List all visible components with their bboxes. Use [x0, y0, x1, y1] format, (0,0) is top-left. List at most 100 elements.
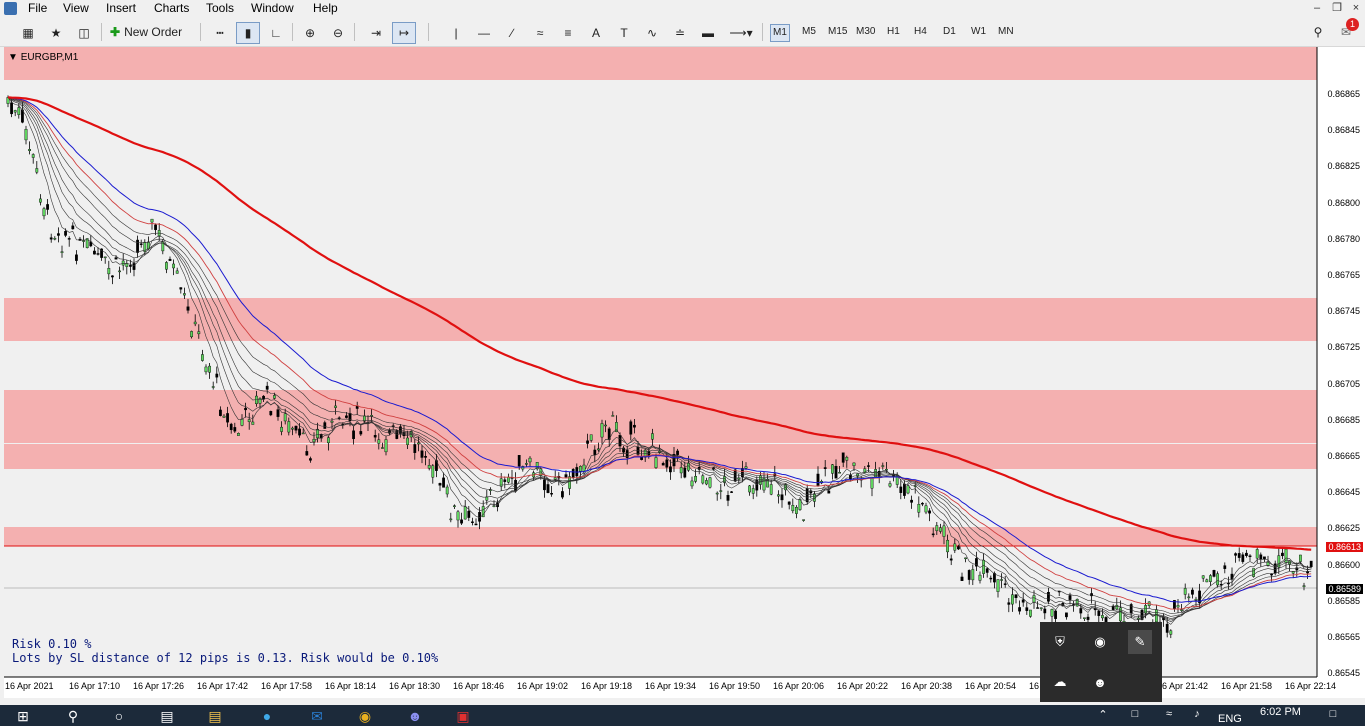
wifi-icon[interactable]: ≈	[1158, 708, 1180, 726]
search-icon[interactable]: ⚲	[1308, 22, 1328, 42]
candle-body	[467, 510, 471, 518]
clock[interactable]: 6:02 PM	[1260, 706, 1301, 718]
language-indicator[interactable]: ENG	[1218, 713, 1242, 725]
time-tick-label: 16 Apr 20:22	[837, 681, 889, 691]
candle-body	[679, 467, 683, 474]
arrows-icon[interactable]: ⟶▾	[726, 22, 756, 44]
equidistant-channel-icon[interactable]: ≈	[528, 22, 552, 44]
line-chart-icon[interactable]: ∟	[264, 22, 288, 44]
risk-line: Risk 0.10 %	[12, 637, 92, 651]
candle-body	[179, 287, 183, 290]
menu-help[interactable]: Help	[313, 1, 338, 15]
edge-icon[interactable]: ●	[256, 708, 278, 726]
timeframe-m15[interactable]: M15	[826, 24, 849, 40]
timeframe-m1[interactable]: M1	[770, 24, 790, 42]
search-taskbar-icon[interactable]: ⚲	[62, 708, 84, 726]
candle-body	[517, 455, 521, 467]
menu-view[interactable]: View	[63, 1, 89, 15]
wave-icon[interactable]: ∿	[640, 22, 664, 44]
candle-body	[1021, 599, 1025, 603]
menu-bar: File View Insert Charts Tools Window Hel…	[0, 0, 1365, 17]
candle-body	[204, 366, 208, 373]
start-icon[interactable]: ⊞	[12, 708, 34, 726]
trendline-icon[interactable]: ∕	[500, 22, 524, 44]
candle-body	[658, 451, 662, 453]
network-icon[interactable]: □	[1124, 708, 1146, 726]
time-tick-label: 16 Apr 17:58	[261, 681, 313, 691]
candle-body	[96, 253, 100, 255]
timeframe-m30[interactable]: M30	[854, 24, 877, 40]
cloud-icon[interactable]: ☁	[1048, 670, 1072, 694]
menu-charts[interactable]: Charts	[154, 1, 189, 15]
discord-taskbar-icon[interactable]: ☻	[404, 708, 426, 726]
timeframe-mn[interactable]: MN	[996, 24, 1016, 40]
candle-body	[568, 476, 572, 489]
notifications-button[interactable]: ✉ 1	[1334, 18, 1359, 42]
candle-body	[186, 306, 190, 311]
candlestick-icon[interactable]: ▮	[236, 22, 260, 44]
pen-icon[interactable]: ✎	[1128, 630, 1152, 654]
candle-body	[964, 557, 968, 560]
fibonacci-icon[interactable]: ≡	[556, 22, 580, 44]
candle-body	[39, 198, 42, 203]
candle-body	[211, 386, 215, 388]
collapse-icon[interactable]: ▼	[8, 52, 18, 63]
vertical-line-icon[interactable]: |	[444, 22, 468, 44]
price-chart[interactable]	[4, 47, 1365, 698]
zoom-out-icon[interactable]: ⊖	[326, 22, 350, 44]
candle-body	[110, 275, 114, 278]
autoscroll-icon[interactable]: ↦	[392, 22, 416, 44]
candle-body	[384, 439, 388, 453]
candle-body	[118, 270, 122, 273]
volume-icon[interactable]: ♪	[1186, 708, 1208, 726]
profiles-icon[interactable]: ★	[44, 22, 68, 44]
text-label-icon[interactable]: T	[612, 22, 636, 44]
task-view-icon[interactable]: ▤	[156, 708, 178, 726]
candle-body	[633, 424, 636, 428]
text-icon[interactable]: A	[584, 22, 608, 44]
candle-body	[125, 263, 129, 267]
restore-icon[interactable]: ❐	[1330, 2, 1344, 14]
horizontal-line-icon[interactable]: —	[472, 22, 496, 44]
bar-chart-icon[interactable]: ┅	[208, 22, 232, 44]
fibonacci-fan-icon[interactable]: ≐	[668, 22, 692, 44]
tray-chevron-icon[interactable]: ⌃	[1092, 708, 1114, 726]
cortana-icon[interactable]: ○	[108, 708, 130, 726]
mail-icon[interactable]: ✉	[306, 708, 328, 726]
timeframe-w1[interactable]: W1	[969, 24, 988, 40]
chart-window[interactable]: ▼ EURGBP,M1 0.86865 0.86845 0.86825 0.86800…	[4, 47, 1365, 698]
rectangle-icon[interactable]: ▬	[696, 22, 720, 44]
candle-body	[661, 462, 665, 466]
candle-body	[139, 243, 143, 245]
menu-insert[interactable]: Insert	[106, 1, 136, 15]
terminal-app-icon[interactable]: ▣	[452, 708, 474, 726]
candle-body	[492, 505, 496, 507]
candle-body	[175, 270, 179, 274]
close-icon[interactable]: ×	[1349, 2, 1363, 14]
discord-icon[interactable]: ☻	[1088, 670, 1112, 694]
file-explorer-icon[interactable]: ▤	[204, 708, 226, 726]
minimize-icon[interactable]: –	[1310, 2, 1324, 14]
navigator-icon[interactable]: ◫	[72, 22, 96, 44]
timeframe-d1[interactable]: D1	[941, 24, 958, 40]
notification-center-icon[interactable]: □	[1322, 708, 1344, 726]
candle-body	[579, 465, 582, 472]
app-tray-icon[interactable]: ◉	[1088, 630, 1112, 654]
candle-body	[427, 465, 431, 469]
new-chart-icon[interactable]: ▦	[16, 22, 40, 44]
timeframe-h4[interactable]: H4	[912, 24, 929, 40]
price-tick-label: 0.86625	[1327, 523, 1360, 534]
candle-body	[597, 448, 600, 451]
menu-file[interactable]: File	[28, 1, 47, 15]
candle-body	[611, 415, 615, 417]
chrome-icon[interactable]: ◉	[354, 708, 376, 726]
menu-tools[interactable]: Tools	[206, 1, 234, 15]
menu-window[interactable]: Window	[251, 1, 294, 15]
new-order-button[interactable]: ✚ New Order	[110, 22, 192, 42]
shield-icon[interactable]: ⛨	[1048, 630, 1072, 654]
timeframe-h1[interactable]: H1	[885, 24, 902, 40]
chart-shift-icon[interactable]: ⇥	[364, 22, 388, 44]
timeframe-m5[interactable]: M5	[800, 24, 818, 40]
candle-body	[921, 502, 924, 505]
zoom-in-icon[interactable]: ⊕	[298, 22, 322, 44]
